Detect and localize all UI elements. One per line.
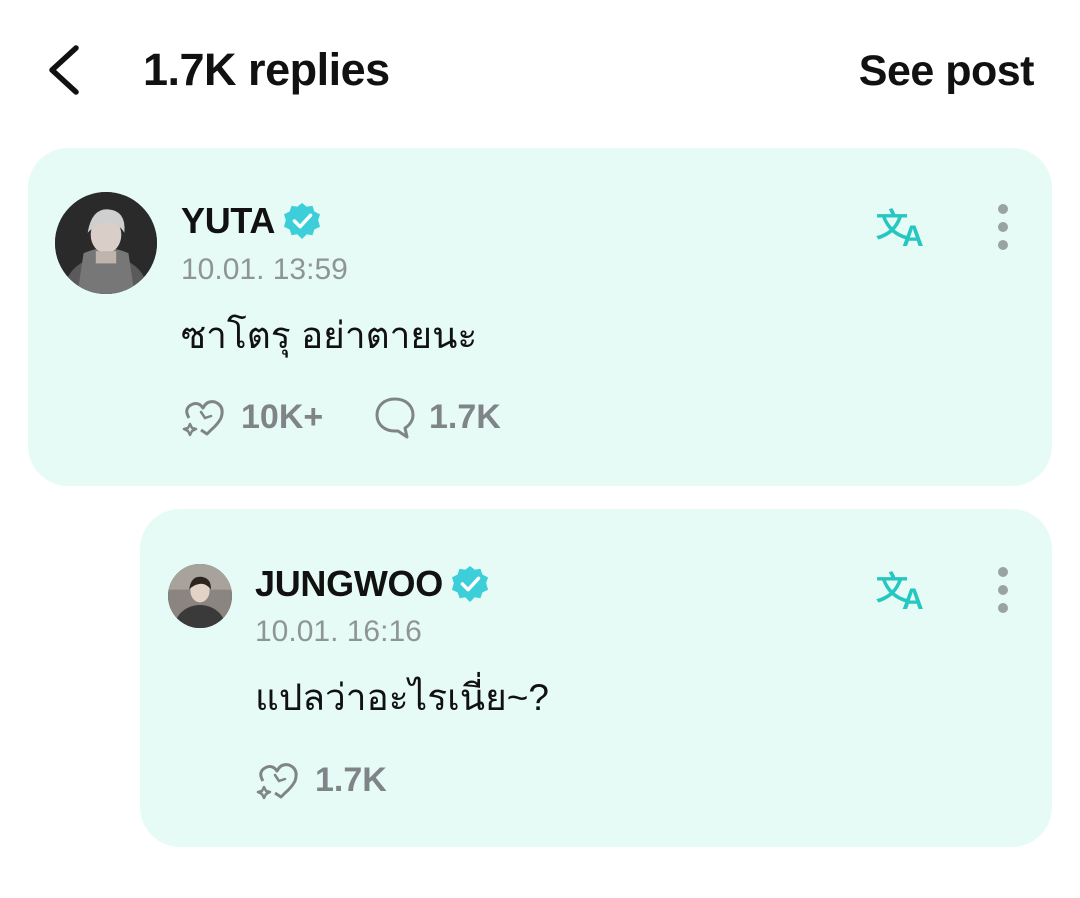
reply-text: แปลว่าอะไรเนี่ย~? <box>255 677 549 718</box>
sparkle-heart-icon <box>182 400 224 437</box>
author-name[interactable]: YUTA <box>181 200 275 242</box>
like-button[interactable]: 1.7K <box>255 757 387 803</box>
avatar[interactable] <box>55 192 157 294</box>
speech-bubble-icon <box>375 397 415 439</box>
chevron-left-icon <box>49 45 79 95</box>
verified-badge-icon <box>451 565 488 603</box>
svg-text:A: A <box>902 220 924 250</box>
like-count: 1.7K <box>315 760 387 799</box>
translate-icon[interactable]: 文 A <box>874 563 934 613</box>
back-button[interactable] <box>40 42 90 98</box>
more-vertical-icon[interactable] <box>988 200 1018 254</box>
avatar-image <box>168 564 232 628</box>
post-text: ซาโตรุ อย่าตายนะ <box>181 315 478 356</box>
header-bar: 1.7K replies See post <box>0 0 1080 140</box>
verified-badge-icon <box>284 202 321 240</box>
author-name[interactable]: JUNGWOO <box>255 563 443 605</box>
see-post-button[interactable]: See post <box>859 45 1035 97</box>
svg-text:A: A <box>902 583 924 613</box>
like-count: 10K+ <box>241 397 324 436</box>
reply-card[interactable]: JUNGWOO 10.01. 16:16 แปลว่าอะไรเนี่ย~? 文… <box>140 509 1052 847</box>
like-button[interactable]: 10K+ <box>181 394 323 440</box>
post-timestamp: 10.01. 13:59 <box>181 253 348 286</box>
avatar-image <box>55 192 157 294</box>
reply-button[interactable]: 1.7K <box>373 394 501 440</box>
author-row: JUNGWOO <box>255 563 489 605</box>
sparkle-heart-icon <box>256 763 298 800</box>
reply-count: 1.7K <box>429 397 501 436</box>
translate-icon[interactable]: 文 A <box>874 200 934 250</box>
author-row: YUTA <box>181 200 321 242</box>
avatar[interactable] <box>168 564 232 628</box>
page-title: 1.7K replies <box>143 44 390 95</box>
main-post-card[interactable]: YUTA 10.01. 13:59 ซาโตรุ อย่าตายนะ 文 A 1… <box>28 148 1052 486</box>
reply-timestamp: 10.01. 16:16 <box>255 615 422 648</box>
more-vertical-icon[interactable] <box>988 563 1018 617</box>
